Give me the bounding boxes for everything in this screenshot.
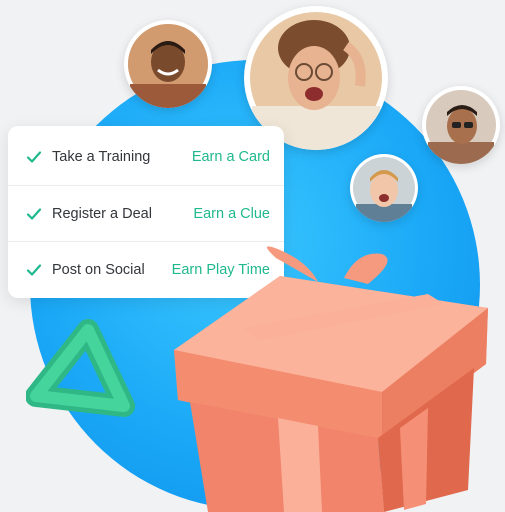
task-label: Register a Deal — [52, 206, 152, 222]
checklist-row[interactable]: Register a Deal Earn a Clue — [8, 185, 284, 242]
checklist-row[interactable]: Take a Training Earn a Card — [8, 129, 284, 185]
task-label: Take a Training — [52, 149, 151, 165]
task-label: Post on Social — [52, 262, 145, 278]
avatar-smiling-man — [124, 20, 212, 108]
avatar-blonde-boy — [350, 154, 418, 222]
hero-illustration: Take a Training Earn a Card Register a D… — [0, 0, 505, 512]
check-icon — [26, 264, 42, 276]
reward-label: Earn a Clue — [193, 206, 270, 222]
avatar-man-glasses — [422, 86, 500, 164]
check-icon — [26, 208, 42, 220]
triangle-shape-icon — [26, 319, 135, 417]
gift-box-icon — [174, 246, 488, 512]
reward-label: Earn a Card — [191, 149, 270, 165]
check-icon — [26, 151, 42, 163]
